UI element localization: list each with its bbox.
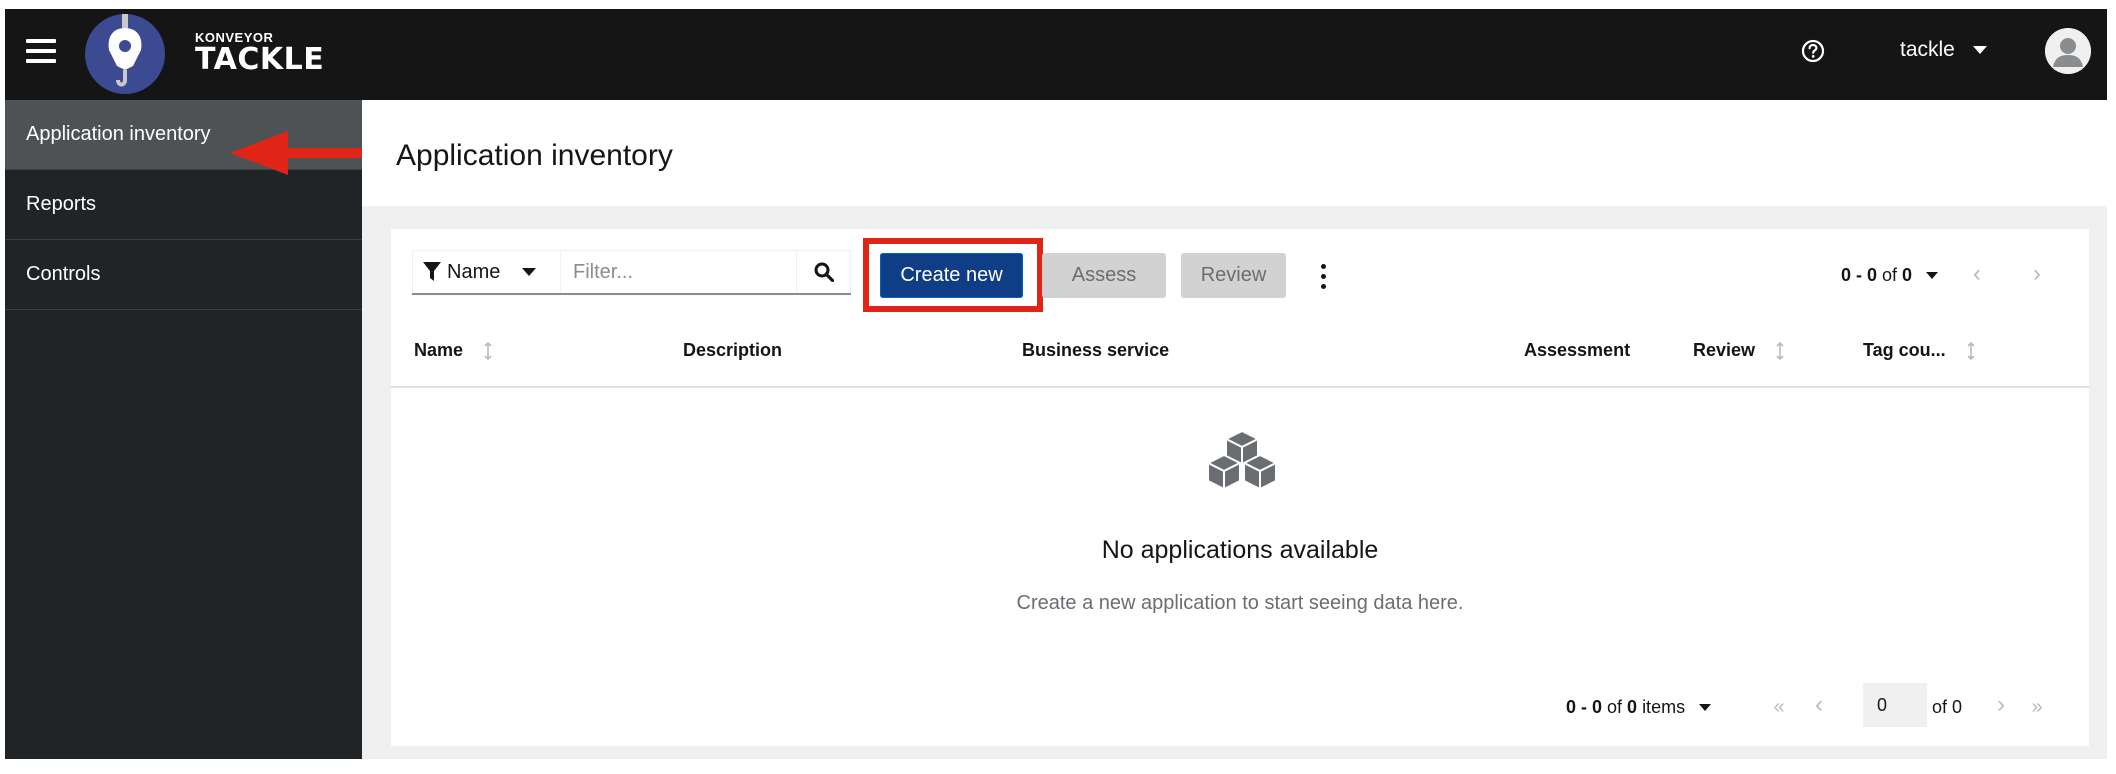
pagination-total: 0: [1627, 696, 1638, 717]
first-page-icon[interactable]: «: [1769, 696, 1789, 718]
brand-main-text: TACKLE: [195, 42, 325, 77]
masthead: KONVEYOR TACKLE tackle: [5, 9, 2107, 100]
annotation-highlight-box: [863, 238, 1043, 312]
sidebar-item-reports[interactable]: Reports: [5, 170, 362, 240]
username-label: tackle: [1900, 38, 1955, 61]
caret-down-icon: [1972, 46, 1987, 54]
pagination-of-word: of: [1882, 264, 1898, 285]
pagination-top-toggle[interactable]: 0 - 0 of 0: [1841, 260, 1939, 290]
annotation-arrow-icon: [230, 131, 375, 175]
sidebar-nav: Application inventory Reports Controls: [5, 100, 362, 759]
column-header-description: Description: [683, 340, 782, 361]
pagination-items-word: items: [1642, 696, 1686, 717]
column-header-name[interactable]: Name: [414, 340, 493, 361]
last-page-icon[interactable]: »: [2027, 696, 2047, 718]
pagination-range: 0 - 0: [1566, 696, 1603, 717]
filter-attribute-dropdown[interactable]: Name: [412, 250, 561, 293]
review-button[interactable]: Review: [1181, 253, 1286, 298]
filter-icon: [423, 262, 441, 281]
column-header-label: Business service: [1022, 340, 1170, 360]
sort-icon: [484, 341, 492, 360]
filter-input[interactable]: [561, 250, 797, 293]
sort-icon: [1776, 341, 1784, 360]
empty-state-body: Create a new application to start seeing…: [1016, 592, 1464, 614]
column-header-tag-count[interactable]: Tag cou...: [1863, 340, 1976, 361]
column-header-label: Description: [683, 340, 783, 360]
total-pages-label: of 0: [1932, 696, 1963, 717]
column-header-label: Name: [414, 340, 464, 360]
assess-button[interactable]: Assess: [1042, 253, 1166, 298]
caret-down-icon: [1699, 703, 1712, 711]
pagination-total: 0: [1902, 264, 1913, 285]
filter-group: Name: [412, 250, 851, 295]
brand-name[interactable]: KONVEYOR TACKLE: [195, 31, 324, 75]
previous-page-icon[interactable]: ‹: [1809, 691, 1829, 718]
sidebar-item-label: Controls: [26, 263, 101, 285]
help-icon[interactable]: [1800, 38, 1826, 64]
column-header-label: Tag cou...: [1863, 340, 1946, 360]
column-header-assessment: Assessment: [1524, 340, 1630, 361]
pagination-bottom-toggle[interactable]: 0 - 0 of 0 items: [1566, 692, 1712, 722]
column-header-review[interactable]: Review: [1693, 340, 1785, 361]
page-title: Application inventory: [396, 139, 673, 172]
table-header: Name Description Business service Assess…: [391, 312, 2089, 388]
next-page-icon[interactable]: ›: [2027, 260, 2047, 287]
search-icon: [814, 262, 834, 282]
pagination-range: 0 - 0: [1841, 264, 1878, 285]
page-header: Application inventory: [362, 100, 2107, 206]
sidebar-item-label: Application inventory: [26, 123, 211, 145]
column-header-business-service: Business service: [1022, 340, 1169, 361]
tackle-logo-icon: [85, 14, 165, 94]
previous-page-icon[interactable]: ‹: [1967, 260, 1987, 287]
caret-down-icon: [522, 268, 537, 276]
caret-down-icon: [1926, 271, 1939, 279]
sidebar-item-label: Reports: [26, 193, 97, 215]
column-header-label: Assessment: [1524, 340, 1631, 360]
sidebar-item-controls[interactable]: Controls: [5, 240, 362, 310]
app-window: KONVEYOR TACKLE tackle Application inven…: [5, 9, 2107, 759]
application-table-card: Name Create new Assess Review 0 - 0 of 0…: [391, 229, 2089, 746]
page-number-input[interactable]: [1863, 683, 1927, 727]
column-header-label: Review: [1693, 340, 1756, 360]
kebab-menu-icon[interactable]: [1315, 258, 1331, 294]
cubes-icon: [1207, 430, 1277, 490]
next-page-icon[interactable]: ›: [1991, 691, 2011, 718]
hamburger-menu-icon[interactable]: [26, 36, 56, 66]
avatar[interactable]: [2045, 28, 2091, 74]
search-button[interactable]: [797, 250, 851, 293]
sort-icon: [1967, 341, 1975, 360]
empty-state-title: No applications available: [1101, 536, 1379, 564]
filter-attribute-label: Name: [447, 260, 501, 283]
user-dropdown[interactable]: tackle: [1900, 35, 1987, 65]
pagination-of-word: of: [1607, 696, 1623, 717]
